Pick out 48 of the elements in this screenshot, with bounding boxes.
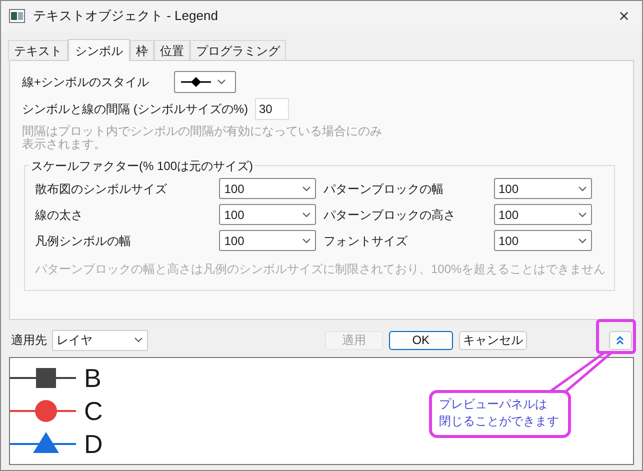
scale-dropdown[interactable]: 100	[494, 204, 592, 225]
chevron-down-icon	[302, 212, 310, 218]
apply-to-dropdown[interactable]: レイヤ	[52, 330, 148, 350]
double-chevron-up-icon	[616, 336, 624, 344]
scale-dropdown[interactable]: 100	[219, 204, 316, 225]
field-label: パターンブロックの高さ	[324, 206, 456, 224]
window-icon	[9, 9, 25, 23]
line-style-dropdown[interactable]	[174, 71, 236, 93]
field-label: シンボルと線の間隔 (シンボルサイズの%)	[22, 101, 249, 118]
dialog-button[interactable]: キャンセル	[458, 330, 527, 350]
scale-dropdown[interactable]: 100	[494, 230, 592, 251]
spacing-input[interactable]: 30	[255, 98, 289, 120]
legend-label: D	[84, 429, 103, 459]
chevron-down-icon	[217, 79, 226, 85]
tab[interactable]: プログラミング	[190, 40, 286, 60]
field-label: フォントサイズ	[324, 232, 408, 250]
tab[interactable]: テキスト	[8, 40, 68, 60]
chevron-down-icon	[578, 238, 586, 244]
field-label: 散布図のシンボルサイズ	[35, 180, 168, 198]
field-label: 凡例シンボルの幅	[35, 232, 132, 250]
field-label: パターンブロックの幅	[324, 180, 444, 198]
close-button[interactable]: ×	[606, 1, 642, 31]
window-title: テキストオブジェクト - Legend	[33, 7, 218, 26]
scale-dropdown[interactable]: 100	[219, 178, 316, 199]
field-label: 線+シンボルのスタイル	[22, 74, 150, 91]
collapse-button[interactable]	[608, 330, 632, 350]
tab[interactable]: 枠	[130, 40, 154, 60]
chevron-down-icon	[302, 186, 310, 192]
chevron-down-icon	[578, 186, 586, 192]
tab[interactable]: シンボル	[68, 39, 130, 61]
line-symbol-icon	[181, 77, 211, 87]
dialog-button[interactable]: OK	[388, 330, 453, 350]
group-title: スケールファクター(% 100は元のサイズ)	[29, 157, 256, 175]
highlight-frame	[596, 319, 636, 354]
scale-dropdown[interactable]: 100	[219, 230, 316, 251]
legend-label: B	[84, 363, 102, 393]
tab[interactable]: 位置	[154, 40, 190, 60]
chevron-down-icon	[302, 238, 310, 244]
hint-text: 間隔はプロット内でシンボルの間隔が有効になっている場合にのみ表示されます。	[22, 125, 382, 151]
field-label: 適用先	[11, 332, 48, 349]
callout-text: プレビューパネルは	[439, 396, 547, 413]
callout-text: 閉じることができます	[439, 413, 559, 430]
chevron-down-icon	[578, 212, 586, 218]
legend-label: C	[84, 396, 103, 426]
chevron-down-icon	[134, 337, 143, 343]
scale-dropdown[interactable]: 100	[494, 178, 592, 199]
field-label: 線の太さ	[35, 206, 84, 224]
hint-text: パターンブロックの幅と高さは凡例のシンボルサイズに制限されており、100%を超えることはできません	[35, 261, 604, 278]
